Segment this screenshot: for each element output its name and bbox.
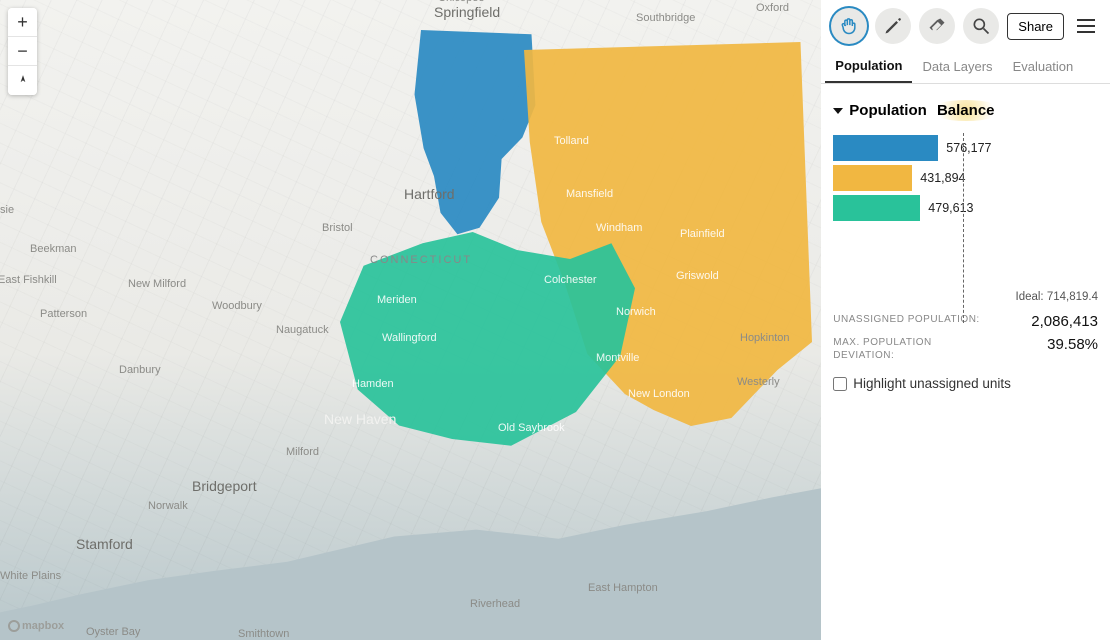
- pen-icon: [883, 16, 903, 36]
- hand-icon: [839, 16, 859, 36]
- pan-tool-button[interactable]: [831, 8, 867, 44]
- population-bar-value: 431,894: [920, 171, 965, 185]
- menu-icon: [1077, 19, 1095, 21]
- section-title-a: Population: [849, 102, 927, 119]
- menu-button[interactable]: [1072, 12, 1100, 40]
- inspect-tool-button[interactable]: [963, 8, 999, 44]
- population-bar-row: 479,613: [833, 195, 1098, 221]
- population-bar-row: 431,894: [833, 165, 1098, 191]
- section-title-b: Balance: [929, 100, 1003, 121]
- zoom-out-button[interactable]: −: [8, 37, 37, 66]
- highlight-unassigned-row[interactable]: Highlight unassigned units: [833, 376, 1098, 391]
- population-bar-value: 479,613: [928, 201, 973, 215]
- highlight-unassigned-label: Highlight unassigned units: [853, 376, 1011, 391]
- zoom-in-button[interactable]: +: [8, 8, 37, 37]
- magnifier-icon: [971, 16, 991, 36]
- tab-evaluation[interactable]: Evaluation: [1003, 50, 1084, 83]
- map-zoom-controls: + −: [8, 8, 37, 95]
- side-panel: Share Population Data Layers Evaluation …: [821, 0, 1110, 640]
- map-canvas[interactable]: Springfield Chicopee Southbridge Oxford …: [0, 0, 821, 640]
- compass-button[interactable]: [8, 66, 37, 95]
- compass-icon: [16, 74, 30, 88]
- stat-deviation-label: Max. population deviation:: [833, 336, 983, 362]
- tab-data-layers[interactable]: Data Layers: [912, 50, 1002, 83]
- toolbar: Share: [821, 0, 1110, 50]
- ideal-label: Ideal: 714,819.4: [833, 291, 1098, 303]
- population-bar: [833, 165, 912, 191]
- tab-bar: Population Data Layers Evaluation: [821, 50, 1110, 84]
- population-bar-chart: 576,177 431,894 479,613 Ideal: 714,819.4: [833, 135, 1098, 303]
- stat-deviation-value: 39.58%: [1047, 336, 1098, 353]
- highlight-unassigned-checkbox[interactable]: [833, 377, 847, 391]
- stat-unassigned: Unassigned population: 2,086,413: [833, 313, 1098, 330]
- section-toggle-population-balance[interactable]: Population Balance: [833, 94, 1098, 131]
- mapbox-text: mapbox: [22, 620, 64, 632]
- panel-body: Population Balance 576,177 431,894 479,613…: [821, 84, 1110, 640]
- mapbox-icon: [8, 620, 20, 632]
- ideal-line: [963, 133, 964, 323]
- caret-down-icon: [833, 108, 843, 114]
- eraser-icon: [927, 16, 947, 36]
- population-bar-row: 576,177: [833, 135, 1098, 161]
- population-bar: [833, 135, 938, 161]
- stat-unassigned-value: 2,086,413: [1031, 313, 1098, 330]
- draw-tool-button[interactable]: [875, 8, 911, 44]
- mapbox-attribution: mapbox: [8, 620, 64, 632]
- population-bar: [833, 195, 920, 221]
- share-button[interactable]: Share: [1007, 13, 1064, 40]
- tab-population[interactable]: Population: [825, 50, 912, 83]
- stat-unassigned-label: Unassigned population:: [833, 313, 979, 326]
- stat-deviation: Max. population deviation: 39.58%: [833, 336, 1098, 362]
- eraser-tool-button[interactable]: [919, 8, 955, 44]
- population-bar-value: 576,177: [946, 141, 991, 155]
